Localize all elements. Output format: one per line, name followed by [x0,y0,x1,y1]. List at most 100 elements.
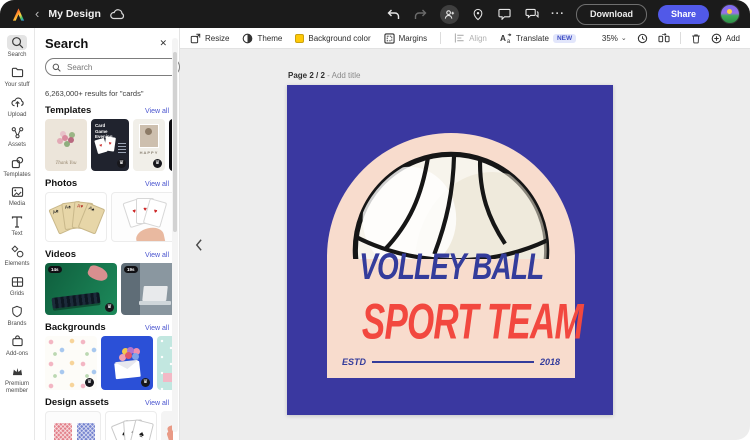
sidebar-item-text[interactable]: Text [0,212,34,241]
feedback-chat-icon[interactable] [524,6,540,22]
volleyball-image[interactable] [347,146,555,259]
resize-button[interactable]: Resize [190,33,229,44]
premium-badge-icon: ♛ [117,159,126,168]
sidebar-item-media[interactable]: Media [0,182,34,211]
section-photos: Photos View all A♠ A♠ A♥ A♠ ♥ ♥ ♥ [45,178,173,242]
photo-thumb-hand-cards[interactable]: ♥ ♥ ♥ [111,192,173,242]
download-button[interactable]: Download [575,3,647,25]
page-label[interactable]: Page 2 / 2 - Add title [288,71,361,80]
theme-icon [243,33,253,43]
view-all-videos-link[interactable]: View all [145,252,169,259]
template-thumb-happy[interactable]: HAPPY ♛ [133,119,165,171]
grids-icon [7,274,27,289]
sidebar-item-elements[interactable]: Elements [0,242,34,271]
sidebar-item-upload[interactable]: Upload [0,93,34,122]
margins-button[interactable]: Margins [383,32,427,44]
search-input-container[interactable] [45,58,180,76]
canvas-toolbar: Resize Theme Background color Margins Al… [180,28,750,49]
premium-badge-icon: ♛ [153,159,162,168]
design-title-line2[interactable]: SPORT TEAM [327,292,584,349]
sidebar-item-your-stuff[interactable]: Your stuff [0,63,34,92]
back-chevron-icon[interactable]: ‹ [35,7,39,20]
previous-page-button[interactable] [190,235,206,255]
sidebar-item-templates[interactable]: Templates [0,153,34,182]
sidebar-item-brands[interactable]: Brands [0,302,34,331]
design-canvas[interactable]: VOLLEY BALL SPORT TEAM ESTD 2018 [287,85,613,415]
section-videos: Videos View all 14s ♛ 19s [45,249,173,315]
design-arch[interactable]: VOLLEY BALL SPORT TEAM ESTD 2018 [327,133,584,378]
zoom-control[interactable]: 35% ⌄ [602,34,627,43]
asset-thumb-card-fan[interactable]: ♠ ♠ ♠ [105,411,157,440]
margins-icon [383,32,395,44]
view-all-templates-link[interactable]: View all [145,108,169,115]
page-indicator: Page 2 / 2 [288,71,325,80]
template-thumb-thank-you[interactable]: Thank You [45,119,87,171]
top-bar: ‹ My Design ··· Download Share [0,0,750,28]
design-estd-row[interactable]: ESTD 2018 [327,357,575,367]
align-button[interactable]: Align [454,33,487,43]
redo-icon[interactable] [413,6,429,22]
page-title-hint[interactable]: - Add title [327,71,360,80]
asset-thumb-card-backs[interactable]: ♛ [45,411,101,440]
align-icon [454,33,464,43]
estd-year: 2018 [539,357,560,367]
panel-scrollbar[interactable] [172,38,178,432]
panel-scrollbar-thumb[interactable] [173,52,177,232]
undo-icon[interactable] [386,6,402,22]
history-button[interactable] [637,33,648,44]
app-window: ‹ My Design ··· Download Share Search Yo… [0,0,750,440]
left-rail: Search Your stuff Upload Assets Template… [0,28,35,440]
photo-thumb-aces[interactable]: A♠ A♠ A♥ A♠ [45,192,107,242]
more-options-icon[interactable]: ··· [551,8,565,20]
search-panel: Search ✕ 6,263,000+ results for "cards" … [35,28,180,440]
reorder-pages-icon [658,32,670,42]
view-all-design-assets-link[interactable]: View all [145,400,169,407]
svg-text:A: A [500,33,506,42]
section-backgrounds: Backgrounds View all ♛ ♛ [45,322,173,390]
translate-button[interactable]: Aa Translate NEW [500,32,577,44]
premium-badge-icon: ♛ [141,378,150,387]
delete-page-button[interactable] [691,33,701,44]
share-button[interactable]: Share [657,4,709,24]
sidebar-item-premium-member[interactable]: Premium member [0,362,34,398]
video-thumb-laptop[interactable]: 19s [121,263,173,315]
flowers-art [62,135,68,141]
comment-icon[interactable] [497,6,513,22]
folder-icon [7,65,27,80]
resize-icon [190,33,201,43]
cloud-sync-icon[interactable] [110,6,126,22]
sidebar-item-assets[interactable]: Assets [0,123,34,152]
view-all-backgrounds-link[interactable]: View all [145,325,169,332]
canvas-area: Page 2 / 2 - Add title VOLLEY BALL SPORT… [180,49,750,440]
reorder-pages-button[interactable] [658,32,670,44]
premium-badge-icon: ♛ [85,378,94,387]
location-pin-icon[interactable] [470,6,486,22]
section-templates: Templates View all Thank You Card Game E… [45,105,173,171]
video-thumb-card-spread[interactable]: 14s ♛ [45,263,117,315]
view-all-photos-link[interactable]: View all [145,181,169,188]
document-title[interactable]: My Design [48,8,101,20]
add-collaborator-button[interactable] [439,4,459,24]
add-page-button[interactable]: Add [711,33,740,44]
background-thumb-envelope[interactable]: ♛ [101,336,153,390]
close-icon[interactable]: ✕ [157,36,169,51]
sidebar-item-add-ons[interactable]: Add-ons [0,332,34,361]
search-input[interactable] [65,61,159,73]
svg-text:a: a [507,39,511,44]
design-title-line1[interactable]: VOLLEY BALL [327,246,575,288]
template-thumb-card-game[interactable]: Card Game Evening ♥ ♥ ♛ [91,119,129,171]
sidebar-item-grids[interactable]: Grids [0,272,34,301]
templates-shapes-icon [7,155,27,170]
adobe-express-logo-icon[interactable] [10,6,26,22]
user-avatar[interactable] [720,4,740,24]
elements-shapes-icon [7,244,27,259]
theme-button[interactable]: Theme [242,33,282,44]
translate-icon: Aa [500,32,512,44]
chevron-left-icon [195,239,202,251]
media-image-icon [7,184,27,199]
background-color-swatch [295,33,305,43]
sidebar-item-search[interactable]: Search [0,33,34,62]
background-color-button[interactable]: Background color [295,33,371,43]
background-thumb-winter[interactable] [157,336,173,390]
background-thumb-pattern[interactable]: ♛ [45,336,97,390]
